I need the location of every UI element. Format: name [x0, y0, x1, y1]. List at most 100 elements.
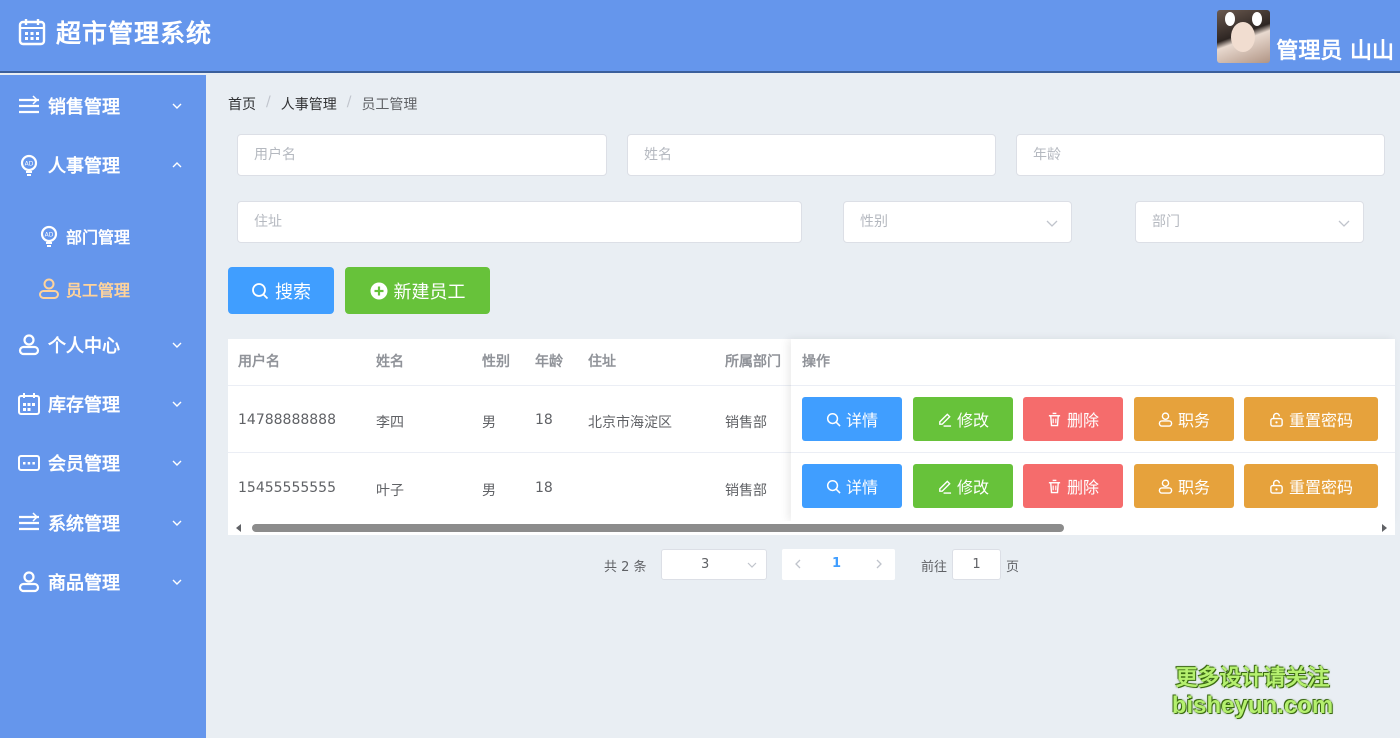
detail-button[interactable]: 详情 — [802, 464, 902, 508]
sidebar-item-profile[interactable]: 个人中心 — [0, 317, 206, 373]
user-icon — [18, 571, 40, 593]
cell-address: 北京市海淀区 — [588, 415, 672, 431]
sidebar-item-member[interactable]: 会员管理 — [0, 435, 206, 491]
position-button[interactable]: 职务 — [1134, 464, 1234, 508]
chevron-down-icon — [747, 562, 757, 568]
sidebar-item-sales[interactable]: 销售管理 — [0, 78, 206, 134]
goto-label: 前往 — [921, 560, 948, 575]
breadcrumb-current: 员工管理 — [361, 97, 418, 113]
age-input[interactable] — [1017, 135, 1384, 175]
chevron-down-icon — [172, 401, 182, 407]
table-horizontal-scrollbar[interactable] — [228, 521, 1395, 535]
goto-page-input[interactable]: 1 — [952, 549, 1001, 580]
column-header-name: 姓名 — [376, 354, 404, 370]
sidebar-item-product[interactable]: 商品管理 — [0, 554, 206, 610]
reset-password-button[interactable]: 重置密码 — [1244, 464, 1378, 508]
sidebar-item-hr[interactable]: AD 人事管理 — [0, 137, 206, 193]
pager: 1 — [782, 549, 895, 580]
sidebar-subitem-label: 员工管理 — [66, 281, 131, 300]
user-icon — [18, 334, 40, 356]
address-input[interactable] — [238, 202, 801, 242]
cell-name: 李四 — [376, 415, 404, 431]
delete-button-label: 删除 — [1066, 411, 1099, 430]
chevron-right-icon[interactable] — [873, 558, 885, 570]
pagination-total: 共 2 条 — [604, 560, 647, 575]
chevron-up-icon — [172, 162, 182, 168]
username-field[interactable] — [237, 134, 607, 176]
operations-column: 操作 详情 修改 删除 职务 重置密码 详情 修改 删除 职务 重置密码 — [791, 339, 1395, 521]
chevron-left-icon[interactable] — [792, 558, 804, 570]
page-size-select[interactable]: 3 — [661, 549, 767, 580]
app-title-text: 超市管理系统 — [56, 19, 213, 48]
chevron-down-icon — [172, 460, 182, 466]
detail-button[interactable]: 详情 — [802, 397, 902, 441]
user-name[interactable]: 管理员 山山 — [1276, 33, 1394, 65]
edit-icon — [939, 412, 952, 427]
svg-text:AD: AD — [45, 232, 54, 239]
employee-table: 用户名 姓名 性别 年龄 住址 所属部门 14788888888 李四 男 18… — [228, 339, 1395, 535]
sidebar-subitem-department[interactable]: AD 部门管理 — [0, 211, 206, 261]
sidebar-item-label: 系统管理 — [48, 514, 120, 535]
gender-select-input[interactable] — [844, 202, 1071, 242]
breadcrumb-separator: / — [346, 94, 352, 110]
card-icon — [18, 455, 40, 471]
edit-button[interactable]: 修改 — [913, 397, 1013, 441]
column-header-address: 住址 — [588, 354, 616, 370]
sidebar-item-label: 会员管理 — [48, 454, 120, 475]
sidebar: 销售管理 AD 人事管理 AD 部门管理 员工管理 个人中心 库存管理 会员管理… — [0, 75, 206, 738]
column-header-username: 用户名 — [238, 354, 280, 370]
avatar[interactable] — [1217, 10, 1271, 63]
delete-button[interactable]: 删除 — [1023, 397, 1123, 441]
address-field[interactable] — [237, 201, 802, 243]
department-select-input[interactable] — [1136, 202, 1363, 242]
search-icon — [252, 282, 269, 299]
scroll-right-arrow-icon[interactable] — [1382, 524, 1387, 532]
edit-icon — [939, 479, 952, 494]
trash-icon — [1048, 479, 1061, 493]
scroll-left-arrow-icon[interactable] — [236, 524, 241, 532]
watermark: 更多设计请关注 bisheyun.com — [1170, 660, 1335, 720]
top-header: 超市管理系统 管理员 山山 — [0, 0, 1400, 73]
lightbulb-icon: AD — [20, 154, 38, 176]
breadcrumb-hr[interactable]: 人事管理 — [281, 94, 337, 114]
delete-button[interactable]: 删除 — [1023, 464, 1123, 508]
sidebar-subitem-employee[interactable]: 员工管理 — [0, 264, 206, 314]
user-area[interactable]: 管理员 山山 — [1217, 5, 1394, 65]
create-employee-button[interactable]: 新建员工 — [345, 267, 490, 314]
svg-text:AD: AD — [25, 161, 34, 168]
lock-icon — [1270, 479, 1283, 494]
column-header-department: 所属部门 — [725, 354, 781, 370]
breadcrumb-home[interactable]: 首页 — [228, 94, 256, 114]
search-icon — [826, 412, 841, 427]
plus-circle-icon — [370, 282, 387, 299]
sidebar-item-system[interactable]: 系统管理 — [0, 495, 206, 551]
position-button-label: 职务 — [1177, 478, 1210, 497]
scrollbar-thumb[interactable] — [252, 524, 1064, 532]
name-input[interactable] — [628, 135, 995, 175]
position-button[interactable]: 职务 — [1134, 397, 1234, 441]
reset-password-button[interactable]: 重置密码 — [1244, 397, 1378, 441]
page-number-current[interactable]: 1 — [832, 556, 841, 571]
list-icon — [19, 512, 39, 531]
edit-button[interactable]: 修改 — [913, 464, 1013, 508]
edit-button-label: 修改 — [956, 411, 989, 430]
sidebar-item-label: 商品管理 — [48, 573, 120, 594]
department-select[interactable] — [1135, 201, 1364, 243]
cell-username: 14788888888 — [238, 412, 336, 428]
age-field[interactable] — [1016, 134, 1385, 176]
sidebar-item-label: 库存管理 — [48, 395, 120, 416]
gender-select[interactable] — [843, 201, 1072, 243]
sidebar-item-label: 人事管理 — [48, 156, 120, 177]
create-employee-button-label: 新建员工 — [393, 281, 466, 303]
sidebar-item-inventory[interactable]: 库存管理 — [0, 376, 206, 432]
search-icon — [826, 479, 841, 494]
cell-age: 18 — [535, 412, 553, 428]
chevron-down-icon — [172, 103, 182, 109]
search-button[interactable]: 搜索 — [228, 267, 334, 314]
chevron-down-icon — [172, 342, 182, 348]
username-input[interactable] — [238, 135, 606, 175]
name-field[interactable] — [627, 134, 996, 176]
chevron-down-icon — [172, 520, 182, 526]
goto-suffix: 页 — [1006, 560, 1020, 575]
column-header-age: 年龄 — [535, 354, 563, 370]
